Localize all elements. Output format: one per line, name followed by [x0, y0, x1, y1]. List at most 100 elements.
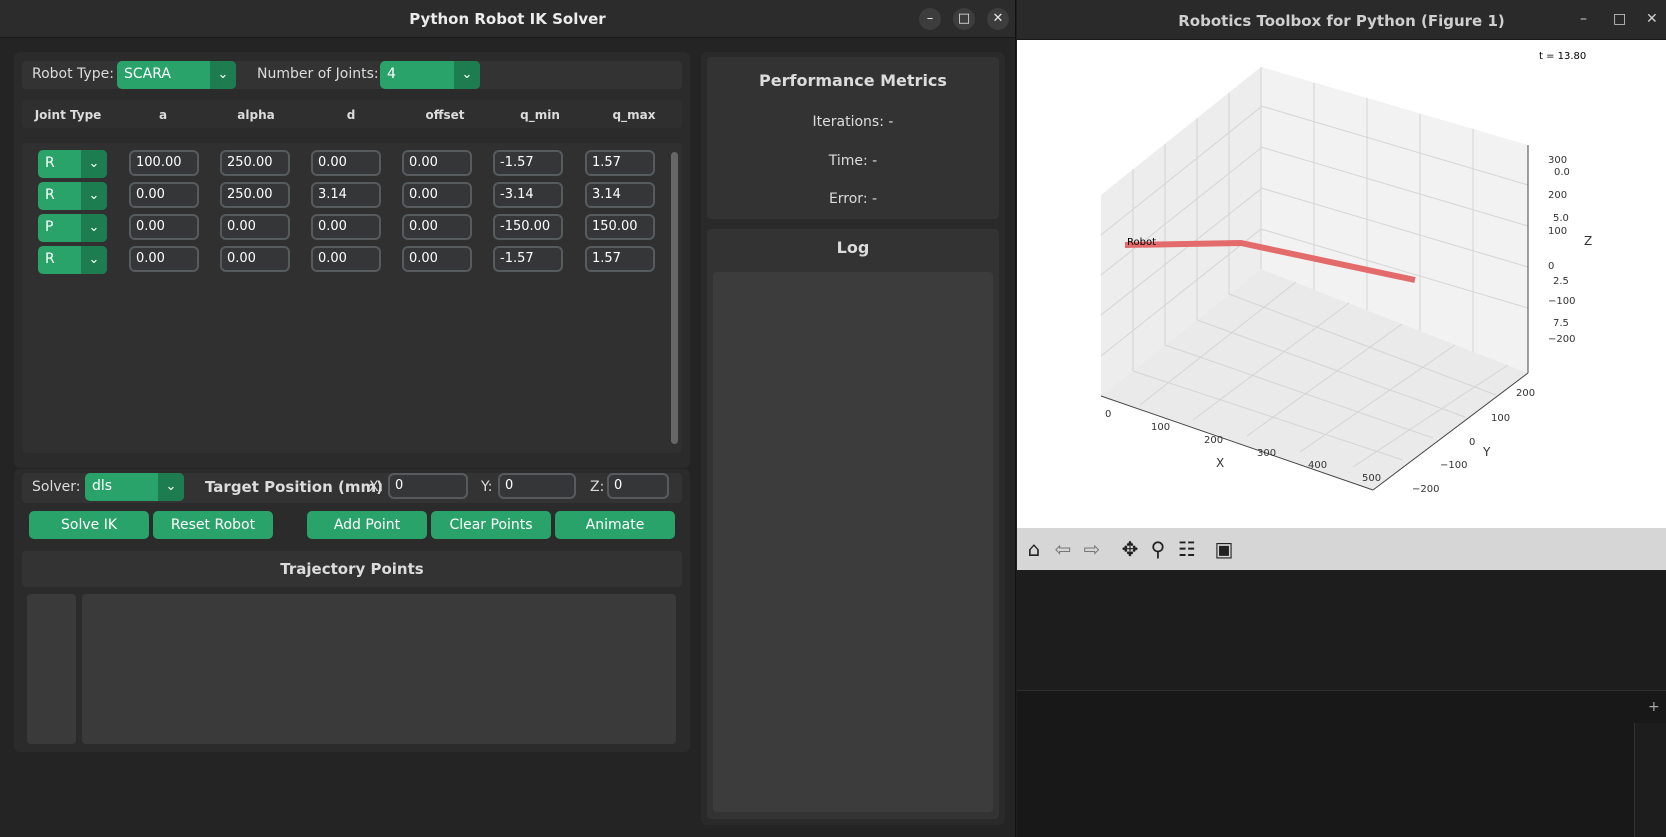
add-point-button[interactable]: Add Point — [307, 511, 427, 539]
a-input[interactable]: 0.00 — [129, 246, 199, 272]
alpha-input[interactable]: 0.00 — [220, 246, 290, 272]
back-icon[interactable]: ⇦ — [1050, 536, 1076, 562]
joint-type-value: R — [45, 251, 55, 267]
home-icon[interactable]: ⌂ — [1021, 536, 1047, 562]
solver-label: Solver: — [32, 479, 81, 495]
q-max-input[interactable]: 3.14 — [585, 182, 655, 208]
maximize-button[interactable]: □ — [1613, 11, 1626, 27]
col-q-min: q_min — [520, 108, 560, 122]
solve-ik-button[interactable]: Solve IK — [29, 511, 149, 539]
chevron-down-icon: ⌄ — [81, 214, 107, 242]
z-overlap-tick: 2.5 — [1553, 276, 1569, 287]
alpha-input[interactable]: 250.00 — [220, 182, 290, 208]
minimize-button[interactable]: – — [1580, 11, 1587, 27]
col-d: d — [346, 108, 356, 122]
a-input[interactable]: 0.00 — [129, 182, 199, 208]
d-input[interactable]: 3.14 — [311, 182, 381, 208]
a-input[interactable]: 0.00 — [129, 214, 199, 240]
figure-canvas[interactable]: Robot t = 13.80 0 100 200 300 400 500 X … — [1017, 40, 1666, 528]
q-min-input[interactable]: -1.57 — [493, 150, 563, 176]
a-input[interactable]: 100.00 — [129, 150, 199, 176]
alpha-input[interactable]: 0.00 — [220, 214, 290, 240]
chevron-down-icon: ⌄ — [454, 61, 480, 89]
y-tick: 200 — [1516, 388, 1535, 399]
log-title: Log — [836, 238, 870, 257]
save-icon[interactable]: ▣ — [1211, 536, 1237, 562]
x-tick: 0 — [1105, 409, 1111, 420]
q-max-input[interactable]: 1.57 — [585, 150, 655, 176]
offset-input[interactable]: 0.00 — [402, 214, 472, 240]
robot-3d-plot[interactable]: Robot t = 13.80 0 100 200 300 400 500 X … — [1017, 40, 1666, 528]
q-max-input[interactable]: 150.00 — [585, 214, 655, 240]
col-q-max: q_max — [612, 108, 656, 122]
minimize-button[interactable]: – — [919, 8, 941, 30]
plus-icon[interactable]: + — [1648, 699, 1660, 715]
y-tick: 0 — [1469, 437, 1475, 448]
error-value: Error: - — [828, 191, 878, 207]
joint-type-value: R — [45, 155, 55, 171]
q-min-input[interactable]: -1.57 — [493, 246, 563, 272]
d-input[interactable]: 0.00 — [311, 246, 381, 272]
target-z-input[interactable]: 0 — [607, 473, 669, 499]
q-max-input[interactable]: 1.57 — [585, 246, 655, 272]
iterations-value: Iterations: - — [812, 114, 894, 130]
robot-type-select[interactable]: SCARA ⌄ — [117, 61, 236, 89]
time-value: Time: - — [828, 153, 878, 169]
robot-type-label: Robot Type: — [32, 66, 114, 82]
q-min-input[interactable]: -150.00 — [493, 214, 563, 240]
alpha-input[interactable]: 250.00 — [220, 150, 290, 176]
q-min-input[interactable]: -3.14 — [493, 182, 563, 208]
time-label: t = 13.80 — [1539, 51, 1586, 62]
solver-select[interactable]: dls ⌄ — [85, 473, 184, 501]
col-joint-type: Joint Type — [34, 108, 102, 122]
y-tick: −200 — [1412, 484, 1439, 495]
joint-type-value: R — [45, 187, 55, 203]
trajectory-index-list[interactable] — [27, 594, 76, 744]
y-tick: −100 — [1440, 460, 1467, 471]
close-button[interactable]: ✕ — [1646, 11, 1658, 27]
target-position-label: Target Position (mm) — [205, 478, 383, 496]
solver-titlebar[interactable]: Python Robot IK Solver – □ ✕ — [0, 0, 1015, 38]
figure-window: Robotics Toolbox for Python (Figure 1) –… — [1017, 0, 1666, 837]
zoom-icon[interactable]: ⚲ — [1145, 536, 1171, 562]
animate-button[interactable]: Animate — [555, 511, 675, 539]
solver-value: dls — [92, 478, 113, 494]
joint-type-select[interactable]: R ⌄ — [38, 150, 107, 178]
d-input[interactable]: 0.00 — [311, 214, 381, 240]
x-tick: 300 — [1257, 448, 1276, 459]
offset-input[interactable]: 0.00 — [402, 246, 472, 272]
target-x-input[interactable]: 0 — [388, 473, 468, 499]
joint-table-scrollbar[interactable] — [671, 152, 678, 444]
window-title: Python Robot IK Solver — [409, 10, 606, 28]
joint-type-select[interactable]: R ⌄ — [38, 246, 107, 274]
figure-toolbar: ⌂ ⇦ ⇨ ✥ ⚲ ☷ ▣ — [1017, 528, 1666, 570]
metrics-title: Performance Metrics — [759, 71, 947, 90]
offset-input[interactable]: 0.00 — [402, 182, 472, 208]
z-tick: 100 — [1548, 226, 1567, 237]
joint-type-select[interactable]: P ⌄ — [38, 214, 107, 242]
close-button[interactable]: ✕ — [987, 8, 1009, 30]
robot-label: Robot — [1127, 237, 1156, 248]
target-z-label: Z: — [590, 479, 605, 495]
x-tick: 200 — [1204, 435, 1223, 446]
num-joints-select[interactable]: 4 ⌄ — [380, 61, 480, 89]
chevron-down-icon: ⌄ — [81, 182, 107, 210]
z-tick: −200 — [1548, 334, 1575, 345]
log-textbox[interactable] — [713, 272, 993, 812]
target-y-input[interactable]: 0 — [498, 473, 576, 499]
trajectory-points-list[interactable] — [82, 594, 676, 744]
pan-icon[interactable]: ✥ — [1117, 536, 1143, 562]
clear-points-button[interactable]: Clear Points — [431, 511, 551, 539]
chevron-down-icon: ⌄ — [158, 473, 184, 501]
y-axis-label: Y — [1482, 445, 1491, 459]
joint-type-select[interactable]: R ⌄ — [38, 182, 107, 210]
configure-icon[interactable]: ☷ — [1174, 536, 1200, 562]
offset-input[interactable]: 0.00 — [402, 150, 472, 176]
z-overlap-tick: 7.5 — [1553, 318, 1569, 329]
trajectory-title: Trajectory Points — [280, 560, 424, 578]
reset-robot-button[interactable]: Reset Robot — [153, 511, 273, 539]
d-input[interactable]: 0.00 — [311, 150, 381, 176]
figure-titlebar[interactable]: Robotics Toolbox for Python (Figure 1) –… — [1017, 0, 1666, 40]
forward-icon[interactable]: ⇨ — [1079, 536, 1105, 562]
maximize-button[interactable]: □ — [953, 8, 975, 30]
